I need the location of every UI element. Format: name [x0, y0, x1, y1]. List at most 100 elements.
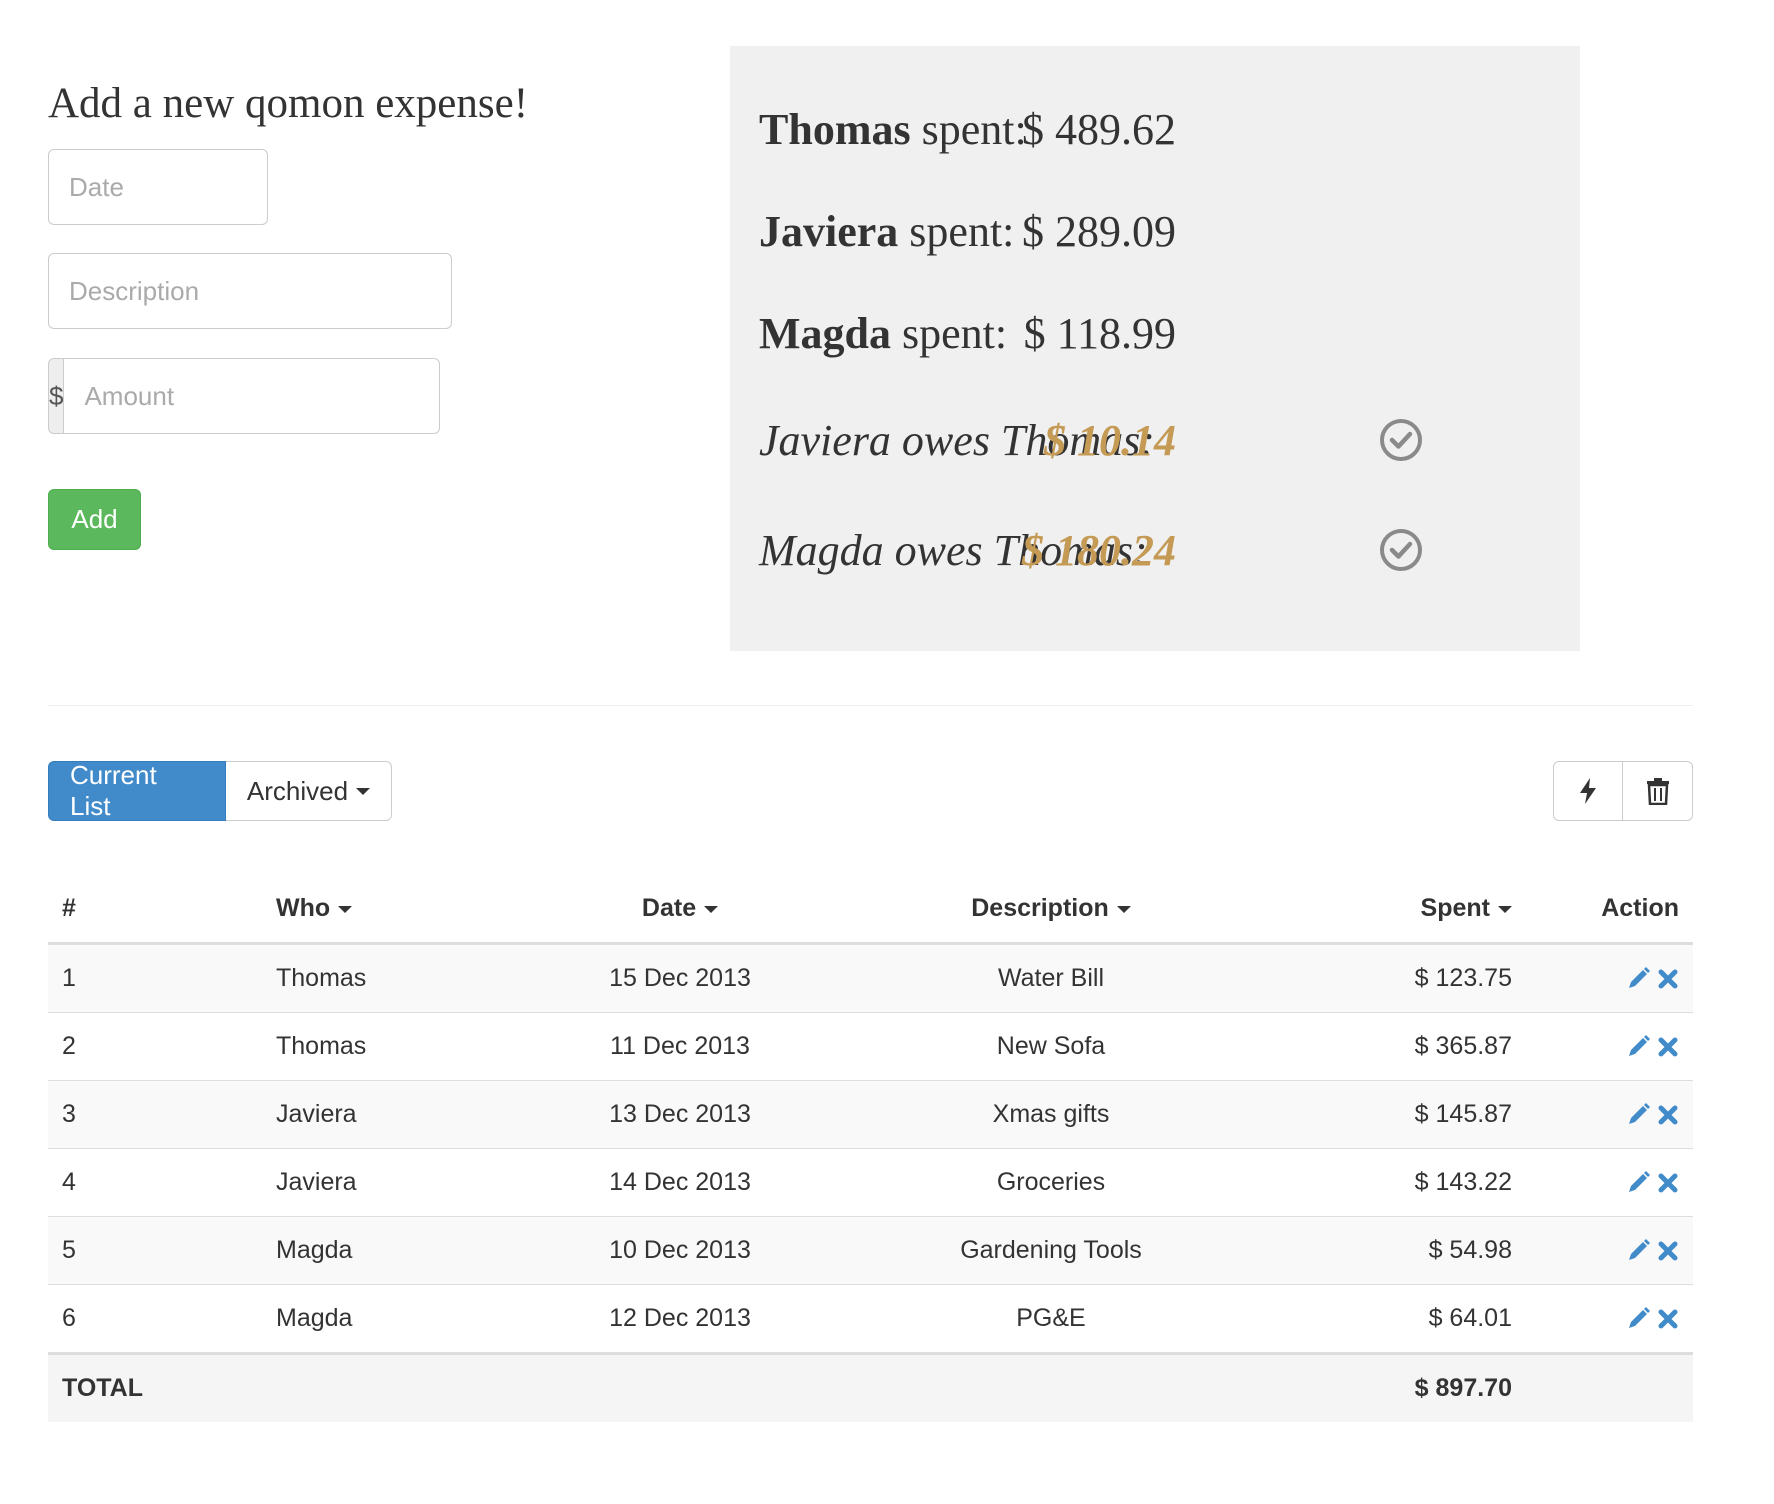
cell-num: 2 — [48, 1012, 262, 1081]
cell-description: Water Bill — [844, 943, 1258, 1013]
bolt-icon — [1580, 778, 1596, 804]
section-divider — [48, 705, 1693, 706]
table-row: 5 Magda 10 Dec 2013 Gardening Tools $ 54… — [48, 1216, 1693, 1285]
cell-spent: $ 365.87 — [1258, 1012, 1526, 1081]
person-name: Thomas — [759, 104, 911, 154]
trash-icon — [1646, 778, 1669, 805]
cell-description: New Sofa — [844, 1012, 1258, 1081]
table-row: 3 Javiera 13 Dec 2013 Xmas gifts $ 145.8… — [48, 1080, 1693, 1149]
sort-caret-icon — [704, 905, 719, 913]
cell-num: 3 — [48, 1080, 262, 1149]
cell-action — [1526, 1012, 1693, 1081]
cell-action — [1526, 943, 1693, 1013]
cell-num: 6 — [48, 1284, 262, 1354]
sort-caret-icon — [338, 905, 353, 913]
remove-icon[interactable] — [1657, 1036, 1679, 1058]
column-header-date[interactable]: Date — [516, 875, 844, 945]
cell-date: 12 Dec 2013 — [516, 1284, 844, 1354]
column-header-who[interactable]: Who — [262, 875, 516, 945]
column-header-description[interactable]: Description — [844, 875, 1258, 945]
table-header-row: # Who Date Description Spent Action — [48, 875, 1693, 945]
cell-who: Magda — [262, 1284, 516, 1354]
cell-num: 1 — [48, 943, 262, 1013]
currency-addon: $ — [48, 358, 64, 434]
owes-row-javiera: Javiera owes Thomas: $ 10.14 — [759, 410, 1439, 470]
cell-date: 11 Dec 2013 — [516, 1012, 844, 1081]
pencil-icon[interactable] — [1625, 1306, 1651, 1332]
check-circle-icon[interactable] — [1377, 526, 1425, 574]
check-circle-icon[interactable] — [1377, 416, 1425, 464]
cell-description: Gardening Tools — [844, 1216, 1258, 1285]
spent-amount: $ 289.09 — [1022, 206, 1176, 256]
pencil-icon[interactable] — [1625, 1238, 1651, 1264]
pencil-icon[interactable] — [1625, 966, 1651, 992]
balance-summary-panel: Thomas spent: $ 489.62 Javiera spent: $ … — [730, 46, 1580, 651]
column-header-spent[interactable]: Spent — [1258, 875, 1526, 945]
total-label: TOTAL — [48, 1352, 262, 1422]
remove-icon[interactable] — [1657, 1240, 1679, 1262]
owes-row-magda: Magda owes Thomas: $ 180.24 — [759, 520, 1439, 580]
cell-spent: $ 145.87 — [1258, 1080, 1526, 1149]
cell-action — [1526, 1284, 1693, 1354]
cell-num: 4 — [48, 1148, 262, 1217]
cell-description: PG&E — [844, 1284, 1258, 1354]
spent-amount: $ 489.62 — [1022, 104, 1176, 154]
spent-row-magda: Magda spent: $ 118.99 — [759, 303, 1439, 363]
bolt-button[interactable] — [1553, 761, 1623, 821]
add-button[interactable]: Add — [48, 489, 141, 550]
cell-date: 15 Dec 2013 — [516, 943, 844, 1013]
list-tabs: Current List Archived — [48, 760, 392, 821]
cell-spent: $ 123.75 — [1258, 943, 1526, 1013]
table-row: 6 Magda 12 Dec 2013 PG&E $ 64.01 — [48, 1284, 1693, 1354]
person-name: Javiera — [759, 206, 899, 256]
description-input[interactable] — [48, 253, 452, 329]
owes-amount: $ 10.14 — [1044, 415, 1176, 465]
table-row: 4 Javiera 14 Dec 2013 Groceries $ 143.22 — [48, 1148, 1693, 1217]
cell-spent: $ 64.01 — [1258, 1284, 1526, 1354]
tab-label: Archived — [246, 775, 349, 806]
amount-input[interactable] — [63, 358, 441, 434]
column-header-action: Action — [1526, 875, 1693, 945]
cell-who: Thomas — [262, 943, 516, 1013]
remove-icon[interactable] — [1657, 1104, 1679, 1126]
cell-num: 5 — [48, 1216, 262, 1285]
cell-date: 14 Dec 2013 — [516, 1148, 844, 1217]
cell-action — [1526, 1148, 1693, 1217]
tab-current-list[interactable]: Current List — [48, 760, 226, 821]
cell-date: 13 Dec 2013 — [516, 1080, 844, 1149]
spent-row-javiera: Javiera spent: $ 289.09 — [759, 201, 1439, 261]
expenses-table: # Who Date Description Spent Action 1 Th… — [48, 875, 1693, 1422]
cell-spent: $ 143.22 — [1258, 1148, 1526, 1217]
tab-archived-dropdown[interactable]: Archived — [226, 761, 392, 821]
cell-action — [1526, 1216, 1693, 1285]
cell-who: Magda — [262, 1216, 516, 1285]
spent-suffix: spent: — [910, 104, 1027, 154]
cell-description: Groceries — [844, 1148, 1258, 1217]
remove-icon[interactable] — [1657, 1172, 1679, 1194]
cell-who: Javiera — [262, 1148, 516, 1217]
toolbar — [1553, 761, 1693, 821]
table-row: 2 Thomas 11 Dec 2013 New Sofa $ 365.87 — [48, 1012, 1693, 1081]
column-header-num: # — [48, 875, 262, 945]
pencil-icon[interactable] — [1625, 1034, 1651, 1060]
pencil-icon[interactable] — [1625, 1170, 1651, 1196]
remove-icon[interactable] — [1657, 968, 1679, 990]
spent-row-thomas: Thomas spent: $ 489.62 — [759, 99, 1439, 159]
amount-input-group: $ — [48, 358, 441, 434]
remove-icon[interactable] — [1657, 1308, 1679, 1330]
total-value: $ 897.70 — [1258, 1352, 1526, 1422]
total-row: TOTAL $ 897.70 — [48, 1352, 1693, 1422]
form-title: Add a new qomon expense! — [48, 80, 529, 127]
cell-date: 10 Dec 2013 — [516, 1216, 844, 1285]
tab-label: Current List — [70, 760, 157, 821]
sort-caret-icon — [1116, 905, 1131, 913]
spent-suffix: spent: — [891, 308, 1008, 358]
cell-description: Xmas gifts — [844, 1080, 1258, 1149]
pencil-icon[interactable] — [1625, 1102, 1651, 1128]
date-input[interactable] — [48, 149, 268, 225]
cell-who: Thomas — [262, 1012, 516, 1081]
trash-button[interactable] — [1623, 761, 1693, 821]
person-name: Magda — [759, 308, 891, 358]
table-row: 1 Thomas 15 Dec 2013 Water Bill $ 123.75 — [48, 943, 1693, 1013]
cell-who: Javiera — [262, 1080, 516, 1149]
